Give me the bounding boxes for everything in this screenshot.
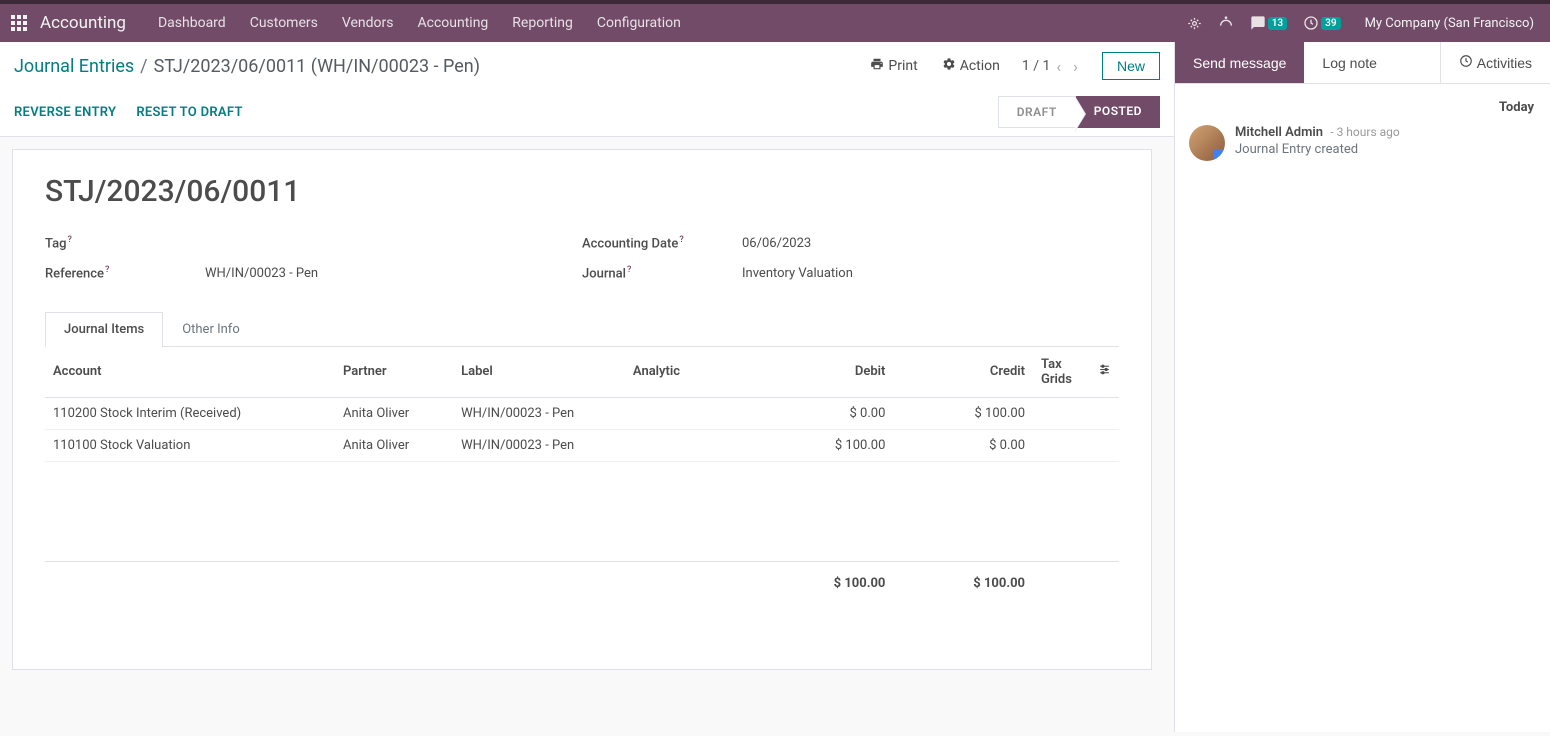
journal-value[interactable]: Inventory Valuation — [742, 266, 853, 281]
col-credit[interactable]: Credit — [893, 347, 1033, 398]
action-button[interactable]: Action — [934, 53, 1008, 79]
debug-icon[interactable] — [1179, 16, 1210, 31]
cell-tax-grids[interactable] — [1033, 429, 1089, 461]
status-draft[interactable]: DRAFT — [998, 96, 1076, 128]
pager-prev-icon[interactable]: ‹ — [1050, 55, 1067, 78]
cell-account[interactable]: 110100 Stock Valuation — [45, 429, 335, 461]
cell-credit[interactable]: $ 0.00 — [893, 429, 1033, 461]
table-row[interactable]: 110200 Stock Interim (Received) Anita Ol… — [45, 397, 1119, 429]
cell-label[interactable]: WH/IN/00023 - Pen — [453, 397, 625, 429]
pager: 1 / 1 ‹ › — [1022, 55, 1084, 78]
cell-tax-grids[interactable] — [1033, 397, 1089, 429]
journal-label: Journal? — [582, 265, 742, 281]
messages-badge: 13 — [1268, 17, 1287, 30]
nav-dashboard[interactable]: Dashboard — [146, 15, 238, 31]
gear-icon — [942, 57, 956, 75]
send-message-button[interactable]: Send message — [1175, 42, 1304, 83]
nav-reporting[interactable]: Reporting — [500, 15, 585, 31]
activities-button[interactable]: Activities — [1440, 42, 1550, 83]
tab-journal-items[interactable]: Journal Items — [45, 312, 163, 347]
table-empty-space — [45, 461, 1119, 561]
company-selector[interactable]: My Company (San Francisco) — [1357, 16, 1542, 31]
activities-icon[interactable]: 39 — [1295, 15, 1348, 31]
pager-next-icon[interactable]: › — [1067, 55, 1084, 78]
journal-items-table: Account Partner Label Analytic Debit Cre… — [45, 347, 1119, 645]
app-name[interactable]: Accounting — [40, 13, 126, 33]
message-author[interactable]: Mitchell Admin — [1235, 125, 1323, 140]
breadcrumb: Journal Entries / STJ/2023/06/0011 (WH/I… — [14, 56, 480, 77]
pager-value[interactable]: 1 / 1 — [1022, 58, 1050, 74]
cell-credit[interactable]: $ 100.00 — [893, 397, 1033, 429]
cell-debit[interactable]: $ 100.00 — [765, 429, 894, 461]
help-icon[interactable]: ? — [105, 265, 109, 275]
chatter-panel: Send message Log note Activities Today M… — [1174, 42, 1550, 732]
activities-badge: 39 — [1321, 17, 1340, 30]
settings-icon[interactable] — [1098, 363, 1111, 376]
log-note-button[interactable]: Log note — [1304, 42, 1395, 83]
apps-menu-icon[interactable] — [8, 12, 30, 34]
table-bottom-spacer — [45, 605, 1119, 645]
reference-label: Reference? — [45, 265, 205, 281]
support-icon[interactable] — [1210, 15, 1242, 31]
col-settings[interactable] — [1089, 347, 1119, 398]
cell-account[interactable]: 110200 Stock Interim (Received) — [45, 397, 335, 429]
chatter-tabs: Send message Log note Activities — [1175, 42, 1550, 84]
col-partner[interactable]: Partner — [335, 347, 453, 398]
tab-other-info[interactable]: Other Info — [163, 312, 259, 346]
cell-label[interactable]: WH/IN/00023 - Pen — [453, 429, 625, 461]
statusbar: DRAFT POSTED — [998, 96, 1160, 128]
nav-customers[interactable]: Customers — [238, 15, 330, 31]
cell-analytic[interactable] — [625, 397, 765, 429]
col-debit[interactable]: Debit — [765, 347, 894, 398]
nav-vendors[interactable]: Vendors — [330, 15, 406, 31]
breadcrumb-root[interactable]: Journal Entries — [14, 56, 134, 77]
nav-configuration[interactable]: Configuration — [585, 15, 693, 31]
clock-icon — [1459, 54, 1473, 71]
help-icon[interactable]: ? — [679, 235, 683, 245]
nav-accounting[interactable]: Accounting — [405, 15, 500, 31]
status-posted: POSTED — [1076, 96, 1160, 128]
record-title: STJ/2023/06/0011 — [45, 174, 1119, 209]
messages-icon[interactable]: 13 — [1242, 15, 1295, 31]
reset-to-draft-button[interactable]: RESET TO DRAFT — [136, 105, 242, 120]
chatter-message: Mitchell Admin - 3 hours ago Journal Ent… — [1189, 125, 1536, 161]
control-panel: Journal Entries / STJ/2023/06/0011 (WH/I… — [0, 42, 1174, 137]
table-row[interactable]: 110100 Stock Valuation Anita Oliver WH/I… — [45, 429, 1119, 461]
topbar: Accounting Dashboard Customers Vendors A… — [0, 0, 1550, 42]
message-time: - 3 hours ago — [1330, 125, 1399, 139]
form-sheet: STJ/2023/06/0011 Tag? Reference? WH/IN/0… — [12, 149, 1152, 670]
col-tax-grids[interactable]: Tax Grids — [1033, 347, 1089, 398]
reference-value[interactable]: WH/IN/00023 - Pen — [205, 266, 318, 281]
message-body: Journal Entry created — [1235, 142, 1400, 157]
print-button[interactable]: Print — [862, 53, 925, 79]
breadcrumb-current: STJ/2023/06/0011 (WH/IN/00023 - Pen) — [154, 56, 480, 77]
help-icon[interactable]: ? — [627, 265, 631, 275]
activities-label: Activities — [1477, 55, 1532, 71]
cell-partner[interactable]: Anita Oliver — [335, 397, 453, 429]
table-totals: $ 100.00 $ 100.00 — [45, 561, 1119, 605]
cell-analytic[interactable] — [625, 429, 765, 461]
accounting-date-label: Accounting Date? — [582, 235, 742, 251]
total-credit: $ 100.00 — [893, 561, 1033, 605]
avatar[interactable] — [1189, 125, 1225, 161]
accounting-date-value[interactable]: 06/06/2023 — [742, 236, 811, 251]
cell-debit[interactable]: $ 0.00 — [765, 397, 894, 429]
breadcrumb-separator: / — [140, 56, 147, 77]
cell-partner[interactable]: Anita Oliver — [335, 429, 453, 461]
tabs: Journal Items Other Info — [45, 312, 1119, 347]
new-button[interactable]: New — [1102, 52, 1160, 80]
total-debit: $ 100.00 — [765, 561, 894, 605]
print-icon — [870, 57, 884, 75]
col-label[interactable]: Label — [453, 347, 625, 398]
col-analytic[interactable]: Analytic — [625, 347, 765, 398]
chatter-date-divider: Today — [1191, 100, 1534, 115]
col-account[interactable]: Account — [45, 347, 335, 398]
tag-label: Tag? — [45, 235, 205, 251]
reverse-entry-button[interactable]: REVERSE ENTRY — [14, 105, 116, 120]
print-label: Print — [888, 58, 917, 74]
action-label: Action — [960, 58, 1000, 74]
help-icon[interactable]: ? — [67, 235, 71, 245]
